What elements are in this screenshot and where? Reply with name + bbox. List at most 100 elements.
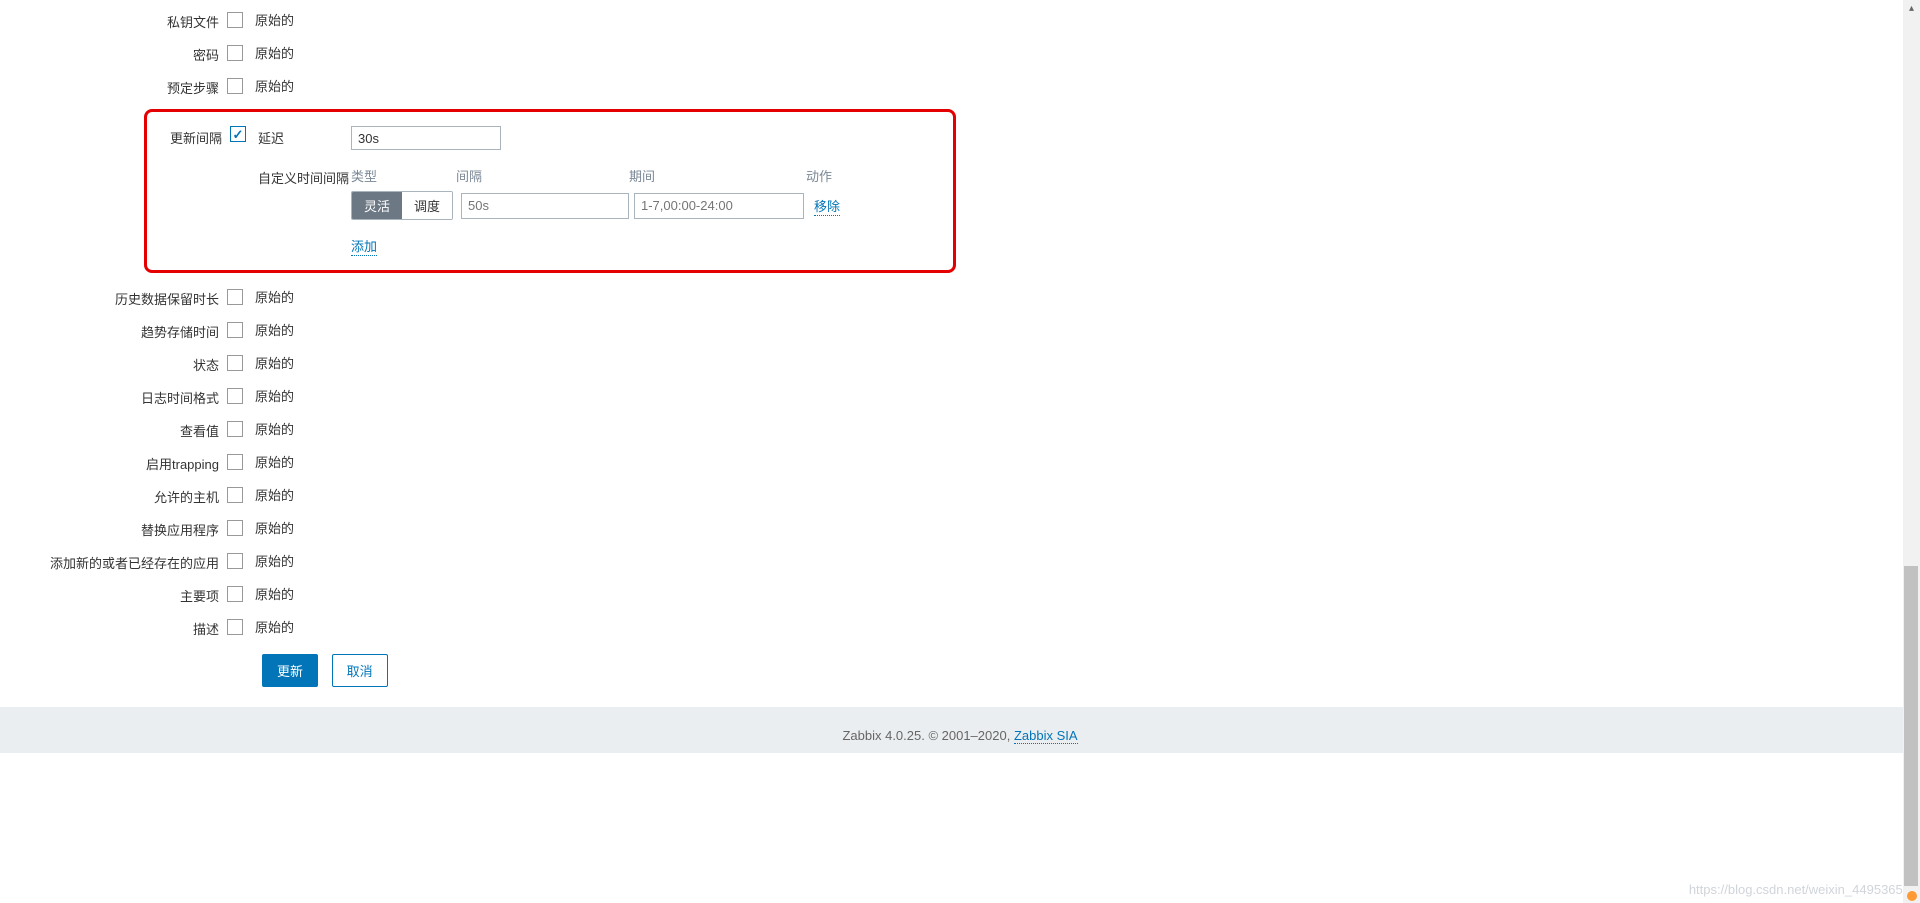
control-private-key: 原始的 xyxy=(227,10,294,29)
checkbox-history[interactable] xyxy=(227,289,243,305)
row-custom-interval: 自定义时间间隔 类型 间隔 期间 动作 灵活 调度 xyxy=(147,166,953,256)
label-show-value: 查看值 xyxy=(4,419,227,440)
row-private-key: 私钥文件 原始的 xyxy=(4,10,1559,31)
checkbox-show-value[interactable] xyxy=(227,421,243,437)
input-interval[interactable] xyxy=(461,193,629,219)
value-replace-app: 原始的 xyxy=(255,518,294,537)
control-replace-app: 原始的 xyxy=(227,518,294,537)
value-allowed-hosts: 原始的 xyxy=(255,485,294,504)
checkbox-password[interactable] xyxy=(227,45,243,61)
checkbox-allowed-hosts[interactable] xyxy=(227,487,243,503)
value-show-value: 原始的 xyxy=(255,419,294,438)
row-history: 历史数据保留时长 原始的 xyxy=(4,287,1559,308)
value-main-item: 原始的 xyxy=(255,584,294,603)
label-history: 历史数据保留时长 xyxy=(4,287,227,308)
watermark: https://blog.csdn.net/weixin_44953658 xyxy=(1689,882,1910,897)
control-history: 原始的 xyxy=(227,287,294,306)
checkbox-private-key[interactable] xyxy=(227,12,243,28)
control-add-app: 原始的 xyxy=(227,551,294,570)
type-toggle: 灵活 调度 xyxy=(351,191,453,220)
footer-link[interactable]: Zabbix SIA xyxy=(1014,728,1078,744)
checkbox-update-interval[interactable] xyxy=(230,126,246,142)
footer: Zabbix 4.0.25. © 2001–2020, Zabbix SIA xyxy=(0,707,1920,753)
row-status: 状态 原始的 xyxy=(4,353,1559,374)
label-description: 描述 xyxy=(4,617,227,638)
checkbox-replace-app[interactable] xyxy=(227,520,243,536)
label-add-app: 添加新的或者已经存在的应用 xyxy=(4,551,227,572)
value-history: 原始的 xyxy=(255,287,294,306)
control-main-item: 原始的 xyxy=(227,584,294,603)
input-period[interactable] xyxy=(634,193,804,219)
button-row: 更新 取消 xyxy=(4,654,1559,687)
control-preset-steps: 原始的 xyxy=(227,76,294,95)
label-preset-steps: 预定步骤 xyxy=(4,76,227,97)
toggle-schedule[interactable]: 调度 xyxy=(402,192,452,219)
label-replace-app: 替换应用程序 xyxy=(4,518,227,539)
header-action: 动作 xyxy=(806,166,846,185)
input-delay[interactable] xyxy=(351,126,501,150)
label-trapping: 启用trapping xyxy=(4,452,227,473)
control-trends: 原始的 xyxy=(227,320,294,339)
value-trends: 原始的 xyxy=(255,320,294,339)
interval-table-row: 灵活 调度 移除 xyxy=(351,191,846,220)
value-add-app: 原始的 xyxy=(255,551,294,570)
row-password: 密码 原始的 xyxy=(4,43,1559,64)
checkbox-preset-steps[interactable] xyxy=(227,78,243,94)
interval-table-header: 类型 间隔 期间 动作 xyxy=(351,166,846,185)
control-allowed-hosts: 原始的 xyxy=(227,485,294,504)
label-password: 密码 xyxy=(4,43,227,64)
label-main-item: 主要项 xyxy=(4,584,227,605)
control-show-value: 原始的 xyxy=(227,419,294,438)
row-update-interval: 更新间隔 延迟 xyxy=(147,126,953,150)
cancel-button[interactable]: 取消 xyxy=(332,654,388,687)
header-interval: 间隔 xyxy=(456,166,629,185)
checkbox-description[interactable] xyxy=(227,619,243,635)
checkbox-main-item[interactable] xyxy=(227,586,243,602)
control-status: 原始的 xyxy=(227,353,294,372)
scroll-up-icon[interactable]: ▴ xyxy=(1903,0,1920,17)
label-log-time: 日志时间格式 xyxy=(4,386,227,407)
control-trapping: 原始的 xyxy=(227,452,294,471)
row-allowed-hosts: 允许的主机 原始的 xyxy=(4,485,1559,506)
checkbox-status[interactable] xyxy=(227,355,243,371)
label-status: 状态 xyxy=(4,353,227,374)
value-preset-steps: 原始的 xyxy=(255,76,294,95)
remove-link[interactable]: 移除 xyxy=(814,196,840,216)
scroll-thumb[interactable] xyxy=(1904,566,1918,886)
row-main-item: 主要项 原始的 xyxy=(4,584,1559,605)
row-trapping: 启用trapping 原始的 xyxy=(4,452,1559,473)
value-password: 原始的 xyxy=(255,43,294,62)
scroll-indicator-icon xyxy=(1907,891,1917,901)
checkbox-add-app[interactable] xyxy=(227,553,243,569)
form-page: 私钥文件 原始的 密码 原始的 预定步骤 原始的 更新间隔 延迟 自定义时间间隔 xyxy=(4,0,1559,687)
empty-left xyxy=(147,166,230,168)
cell-type: 灵活 调度 xyxy=(351,191,456,220)
update-interval-highlight: 更新间隔 延迟 自定义时间间隔 类型 间隔 期间 动作 灵活 xyxy=(144,109,956,273)
label-custom-interval: 自定义时间间隔 xyxy=(258,166,351,187)
toggle-flex[interactable]: 灵活 xyxy=(352,192,402,219)
custom-interval-table: 类型 间隔 期间 动作 灵活 调度 移除 xyxy=(351,166,846,256)
checkbox-trapping[interactable] xyxy=(227,454,243,470)
add-link[interactable]: 添加 xyxy=(351,236,377,256)
label-delay: 延迟 xyxy=(258,126,351,147)
value-private-key: 原始的 xyxy=(255,10,294,29)
control-description: 原始的 xyxy=(227,617,294,636)
footer-version: Zabbix 4.0.25. © 2001–2020, xyxy=(842,728,1013,743)
row-replace-app: 替换应用程序 原始的 xyxy=(4,518,1559,539)
checkbox-trends[interactable] xyxy=(227,322,243,338)
row-trends: 趋势存储时间 原始的 xyxy=(4,320,1559,341)
header-type: 类型 xyxy=(351,166,456,185)
label-trends: 趋势存储时间 xyxy=(4,320,227,341)
label-allowed-hosts: 允许的主机 xyxy=(4,485,227,506)
value-log-time: 原始的 xyxy=(255,386,294,405)
row-description: 描述 原始的 xyxy=(4,617,1559,638)
control-log-time: 原始的 xyxy=(227,386,294,405)
row-log-time: 日志时间格式 原始的 xyxy=(4,386,1559,407)
checkbox-log-time[interactable] xyxy=(227,388,243,404)
row-preset-steps: 预定步骤 原始的 xyxy=(4,76,1559,97)
row-add-app: 添加新的或者已经存在的应用 原始的 xyxy=(4,551,1559,572)
label-update-interval: 更新间隔 xyxy=(147,126,230,147)
header-period: 期间 xyxy=(629,166,806,185)
scrollbar[interactable]: ▴ xyxy=(1903,0,1920,903)
update-button[interactable]: 更新 xyxy=(262,654,318,687)
